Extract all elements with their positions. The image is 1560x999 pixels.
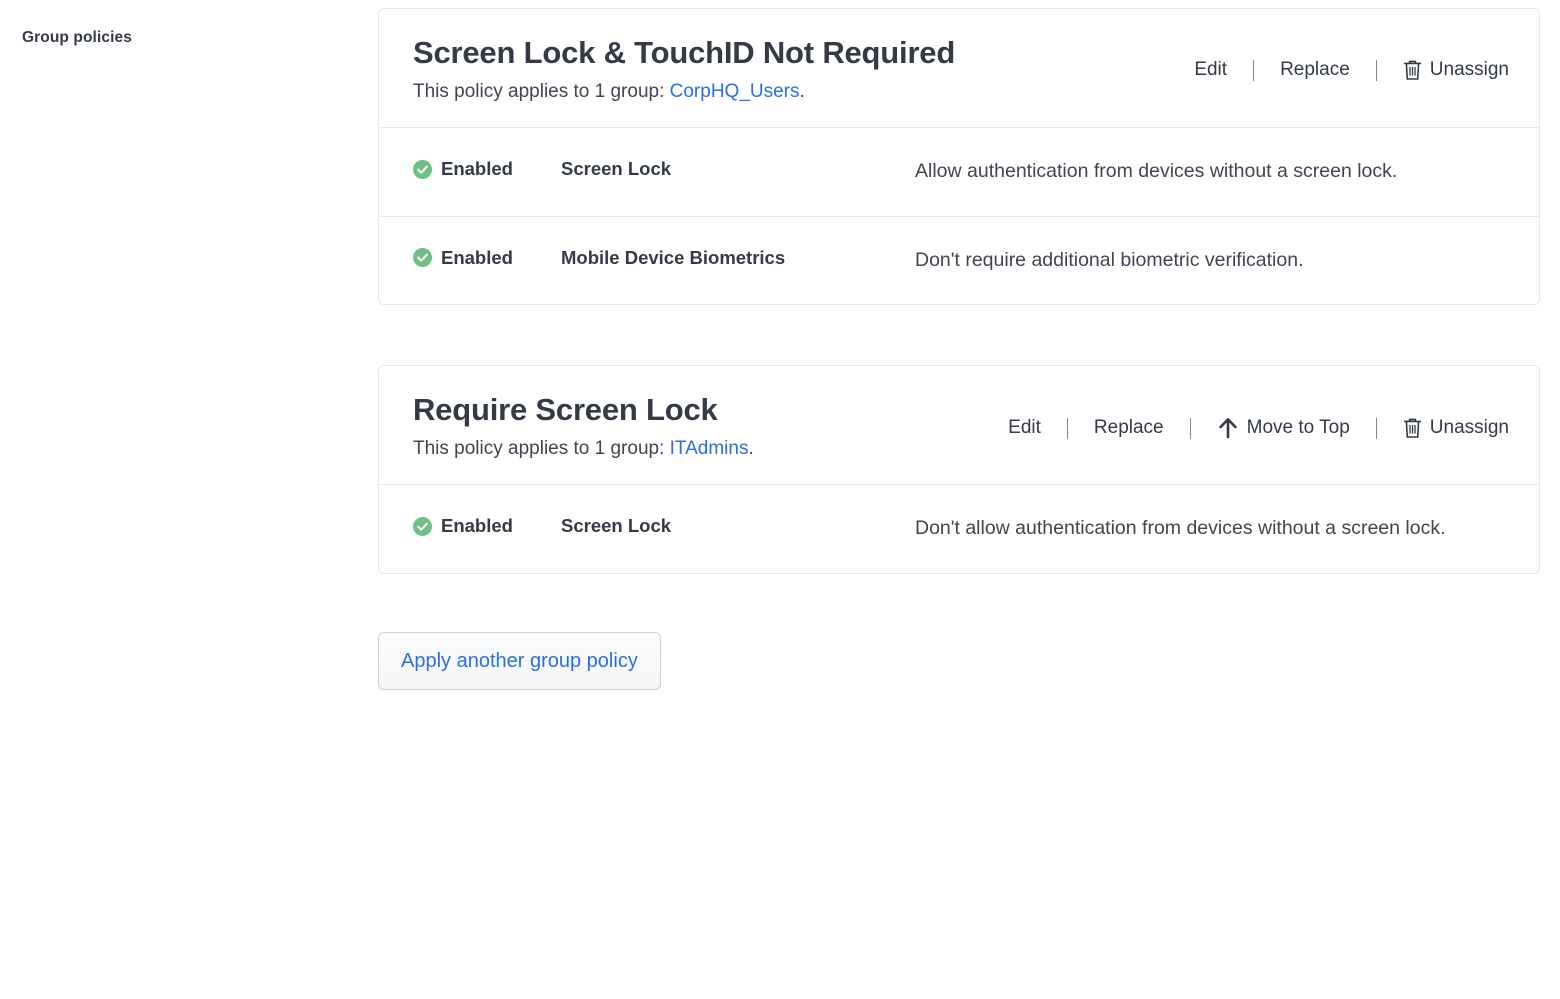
group-link[interactable]: CorpHQ_Users [670,81,800,102]
check-circle-icon [413,517,432,536]
policy-card: Require Screen Lock This policy applies … [378,365,1540,574]
unassign-action[interactable]: Unassign [1401,59,1511,81]
policy-card: Screen Lock & TouchID Not Required This … [378,8,1540,305]
setting-status-label: Enabled [441,515,513,537]
setting-name: Mobile Device Biometrics [561,245,915,269]
setting-status-label: Enabled [441,158,513,180]
unassign-action[interactable]: Unassign [1401,417,1511,439]
action-divider [1067,418,1068,439]
applies-prefix: This policy applies to 1 group: [413,81,670,102]
applies-suffix: . [748,438,753,459]
edit-action[interactable]: Edit [1006,417,1043,439]
unassign-action-label: Unassign [1430,59,1509,81]
policy-card-header: Require Screen Lock This policy applies … [379,366,1539,484]
trash-icon [1403,59,1422,81]
action-divider [1253,60,1254,81]
setting-status: Enabled [413,513,561,537]
action-divider [1376,60,1377,81]
setting-status: Enabled [413,245,561,269]
arrow-up-icon [1217,416,1239,440]
applies-suffix: . [800,81,805,102]
setting-description: Don't require additional biometric verif… [915,245,1505,277]
setting-description: Don't allow authentication from devices … [915,513,1505,545]
group-link[interactable]: ITAdmins [670,438,749,459]
setting-status: Enabled [413,156,561,180]
setting-status-label: Enabled [441,247,513,269]
trash-icon [1403,417,1422,439]
policy-actions: Edit Replace Move to [1006,416,1511,440]
policy-card-header: Screen Lock & TouchID Not Required This … [379,9,1539,127]
check-circle-icon [413,248,432,267]
edit-action-label: Edit [1194,59,1227,81]
group-policies-page: Group policies Screen Lock & TouchID Not… [0,0,1560,999]
edit-action-label: Edit [1008,417,1041,439]
policy-setting-row: Enabled Screen Lock Don't allow authenti… [379,484,1539,573]
replace-action[interactable]: Replace [1092,417,1166,439]
check-circle-icon [413,160,432,179]
policy-actions: Edit Replace [1192,59,1511,81]
edit-action[interactable]: Edit [1192,59,1229,81]
setting-description: Allow authentication from devices withou… [915,156,1505,188]
action-divider [1376,418,1377,439]
action-divider [1190,418,1191,439]
applies-prefix: This policy applies to 1 group: [413,438,670,459]
section-label: Group policies [22,29,352,47]
apply-another-group-policy-button[interactable]: Apply another group policy [378,632,661,690]
unassign-action-label: Unassign [1430,417,1509,439]
move-to-top-action-label: Move to Top [1247,417,1350,439]
replace-action-label: Replace [1094,417,1164,439]
setting-name: Screen Lock [561,156,915,180]
policies-column: Screen Lock & TouchID Not Required This … [378,8,1540,690]
move-to-top-action[interactable]: Move to Top [1215,416,1352,440]
policy-assignment-text: This policy applies to 1 group: CorpHQ_U… [413,78,1505,106]
setting-name: Screen Lock [561,513,915,537]
policy-setting-row: Enabled Mobile Device Biometrics Don't r… [379,216,1539,305]
replace-action[interactable]: Replace [1278,59,1352,81]
policy-setting-row: Enabled Screen Lock Allow authentication… [379,127,1539,216]
replace-action-label: Replace [1280,59,1350,81]
